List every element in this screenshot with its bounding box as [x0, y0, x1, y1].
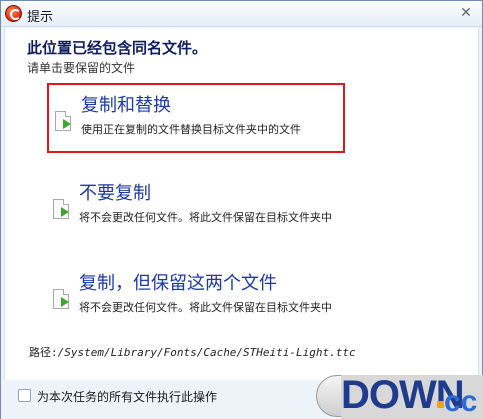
watermark-dot	[437, 401, 444, 408]
close-button[interactable]: ✕	[456, 4, 476, 22]
option-title: 复制，但保留这两个文件	[79, 273, 277, 294]
file-arrow-icon	[53, 199, 69, 219]
option-title: 不要复制	[79, 183, 151, 204]
option-copy-keep-both[interactable]: 复制，但保留这两个文件 将不会更改任何文件。将此文件保留在目标文件夹中	[47, 263, 345, 333]
path-label: 路径:	[29, 346, 58, 359]
option-dont-copy[interactable]: 不要复制 将不会更改任何文件。将此文件保留在目标文件夹中	[47, 173, 345, 243]
dialog-footer: 为本次任务的所有文件执行此操作 DOWN cc	[1, 373, 483, 419]
window-title: 提示	[27, 10, 54, 25]
file-path: 路径:/System/Library/Fonts/Cache/STHeiti-L…	[29, 344, 356, 360]
app-logo-icon	[5, 5, 22, 22]
file-arrow-icon	[53, 289, 69, 309]
close-icon: ✕	[460, 5, 472, 21]
option-description: 将不会更改任何文件。将此文件保留在目标文件夹中	[79, 301, 332, 314]
watermark-logo: DOWN cc	[341, 373, 483, 419]
option-description: 将不会更改任何文件。将此文件保留在目标文件夹中	[79, 211, 332, 224]
dialog-content: 此位置已经包含同名文件。 请单击要保留的文件 复制和替换 使用正在复制的文件替换…	[4, 28, 479, 380]
path-value: /System/Library/Fonts/Cache/STHeiti-Ligh…	[57, 346, 356, 359]
dialog-subheading: 请单击要保留的文件	[27, 61, 136, 75]
option-description: 使用正在复制的文件替换目标文件夹中的文件	[81, 123, 301, 136]
option-title: 复制和替换	[81, 95, 171, 116]
file-arrow-icon	[55, 111, 71, 131]
title-bar: 提示 ✕	[1, 1, 482, 27]
option-copy-and-replace[interactable]: 复制和替换 使用正在复制的文件替换目标文件夹中的文件	[47, 83, 345, 153]
dialog-window: 提示 ✕ 此位置已经包含同名文件。 请单击要保留的文件 复制和替换 使用正在复制…	[0, 0, 483, 419]
watermark-suffix: cc	[444, 385, 478, 418]
apply-all-checkbox[interactable]	[18, 389, 31, 402]
dialog-heading: 此位置已经包含同名文件。	[27, 39, 208, 57]
apply-all-label[interactable]: 为本次任务的所有文件执行此操作	[37, 388, 217, 405]
